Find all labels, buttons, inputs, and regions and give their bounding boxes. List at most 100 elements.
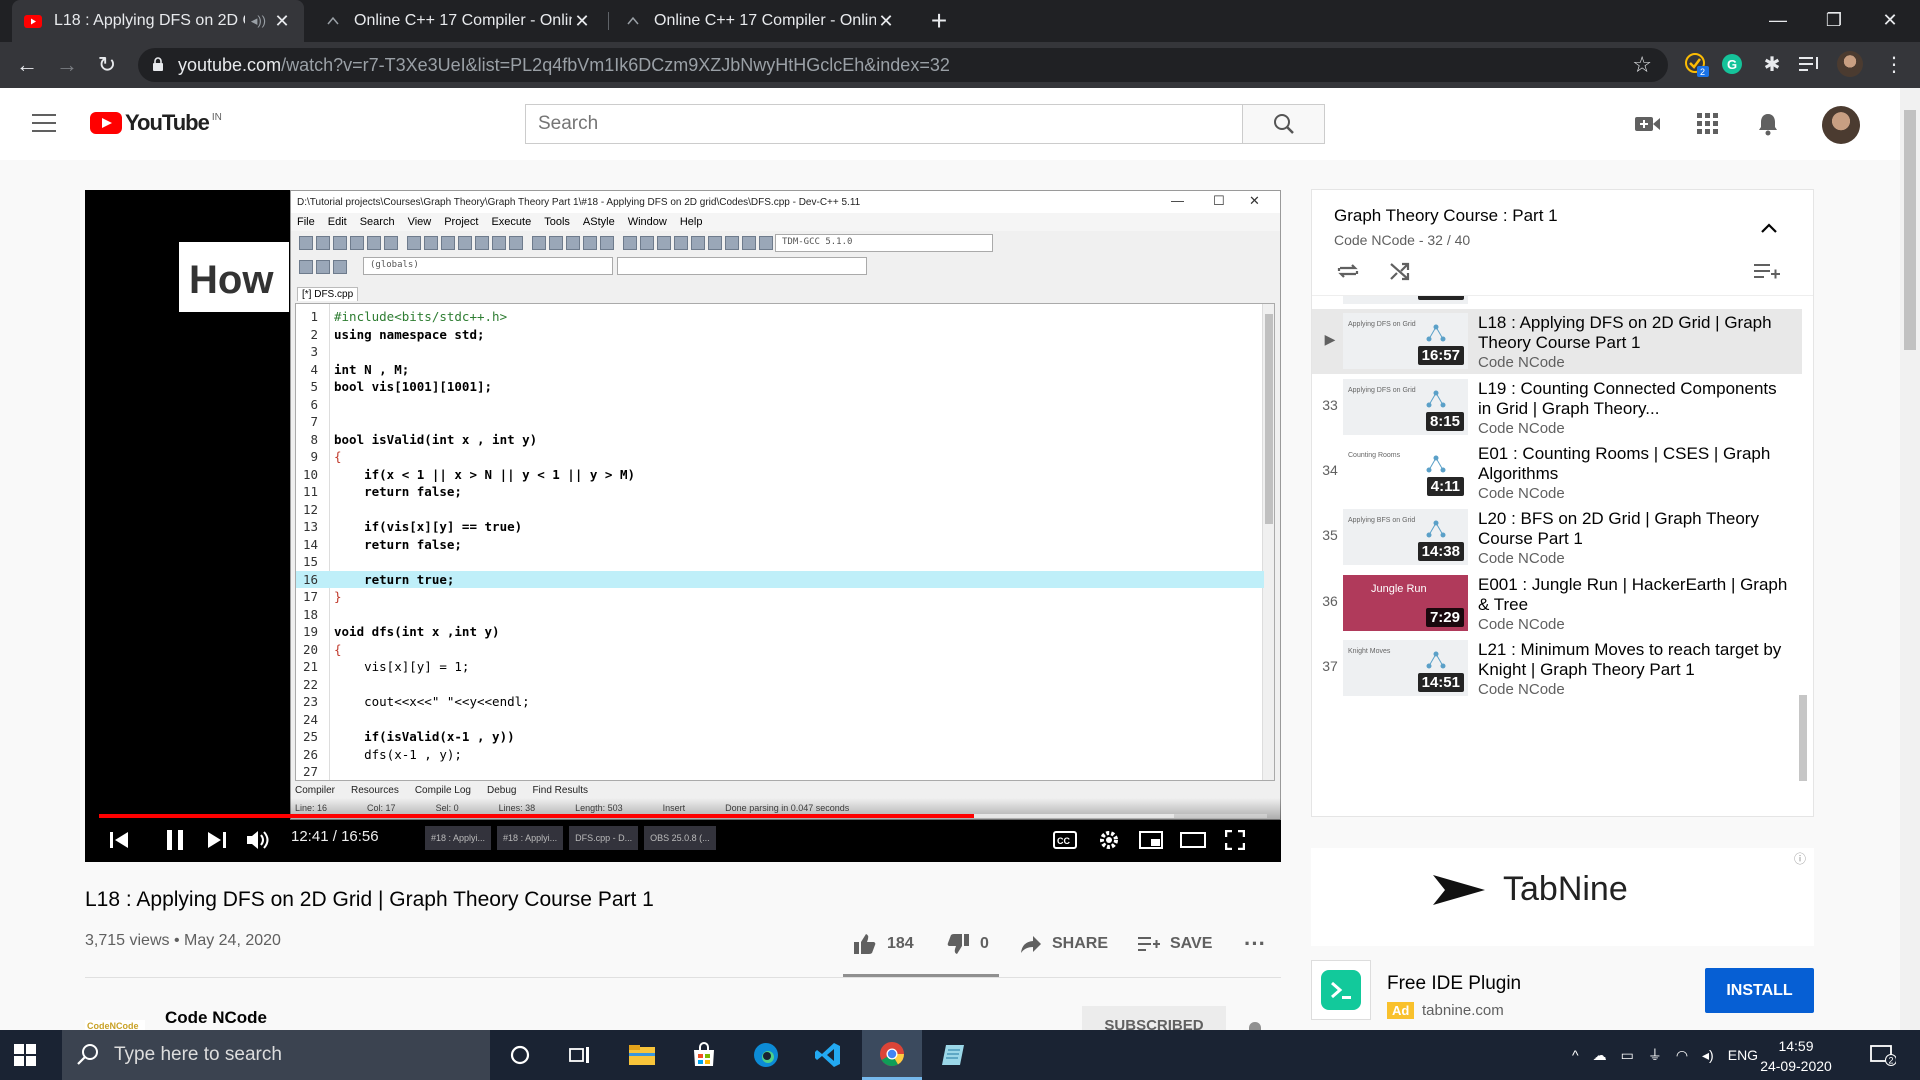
channel-name[interactable]: Code NCode: [165, 1008, 267, 1028]
close-tab-icon[interactable]: ✕: [572, 11, 592, 32]
onedrive-cloud-icon[interactable]: ☁: [1593, 1047, 1607, 1064]
theater-mode-icon[interactable]: [1175, 826, 1211, 854]
video-player[interactable]: How D:\Tutorial projects\Courses\Graph T…: [85, 190, 1281, 862]
taskbar-search[interactable]: Type here to search: [62, 1030, 490, 1080]
extensions-puzzle-icon[interactable]: ✱: [1758, 50, 1786, 78]
channel-avatar[interactable]: CodeNCode: [85, 1012, 145, 1030]
search-button[interactable]: [1243, 104, 1325, 144]
next-video-icon[interactable]: [199, 826, 235, 854]
playlist-scrollbar[interactable]: [1799, 695, 1807, 781]
account-avatar[interactable]: [1822, 106, 1860, 144]
captions-icon[interactable]: CC: [1047, 826, 1083, 854]
youtube-logo[interactable]: YouTube IN: [90, 110, 222, 136]
browser-tab-compiler-2[interactable]: Online C++ 17 Compiler - Online ✕: [612, 0, 908, 42]
input-language[interactable]: ENG: [1728, 1047, 1758, 1063]
notifications-bell-icon[interactable]: [1754, 110, 1782, 138]
line-number: 19: [302, 624, 318, 639]
browser-tab-compiler-1[interactable]: Online C++ 17 Compiler - Online ✕: [312, 0, 604, 42]
settings-gear-icon[interactable]: [1091, 826, 1127, 854]
forward-button[interactable]: →: [52, 50, 82, 80]
show-hidden-icons-chevron-icon[interactable]: ^: [1572, 1047, 1579, 1063]
menu-hamburger-icon[interactable]: [32, 114, 56, 138]
restore-window-button[interactable]: ❐: [1806, 0, 1862, 42]
collapse-chevron-icon[interactable]: [1761, 220, 1777, 238]
time-current: 12:41: [291, 828, 329, 845]
progress-bar[interactable]: [99, 814, 1267, 818]
file-explorer-icon[interactable]: [612, 1030, 672, 1080]
code-text: if(isValid(x-1 , y)): [334, 729, 515, 744]
playlist-item-index: 36: [1322, 592, 1338, 609]
browser-tab-youtube[interactable]: L18 : Applying DFS on 2D Gri ◂)) ✕: [12, 0, 304, 42]
playlist-menu-icon[interactable]: [1754, 260, 1780, 287]
playlist-thumbnail: Jungle Run 7:29: [1343, 574, 1468, 631]
back-button[interactable]: ←: [12, 50, 42, 80]
notepad-icon[interactable]: [924, 1030, 984, 1080]
playlist-item[interactable]: 34 Counting Rooms 4:11 E01 : Counting Rooms…: [1312, 440, 1802, 505]
ide-toolbar-button-icon: [759, 236, 773, 250]
notifications-center-icon[interactable]: 2: [1858, 1030, 1908, 1080]
profile-avatar[interactable]: [1836, 50, 1864, 78]
edge-browser-icon[interactable]: [736, 1030, 796, 1080]
code-line: 23 cout<<x<<" "<<y<<endl;: [296, 693, 1264, 711]
taskbar-clock[interactable]: 14:59 24-09-2020: [1756, 1036, 1836, 1076]
ad-banner[interactable]: TabNine ⓘ: [1311, 848, 1814, 946]
wifi-icon[interactable]: ◠: [1676, 1047, 1688, 1064]
playlist-item[interactable]: 33 Applying DFS on Grid 8:15 L19 : Counting…: [1312, 375, 1802, 440]
grammarly-icon[interactable]: G: [1718, 50, 1746, 78]
shuffle-icon[interactable]: [1388, 260, 1412, 287]
playlist-item[interactable]: 35 Applying BFS on Grid 14:38 L20 : BFS on …: [1312, 505, 1802, 570]
vscode-icon[interactable]: [798, 1030, 858, 1080]
playlist-title[interactable]: Graph Theory Course : Part 1: [1334, 206, 1558, 226]
battery-icon[interactable]: ▭: [1621, 1047, 1634, 1064]
like-button[interactable]: 184: [853, 926, 914, 962]
playlist-item[interactable]: 37 Knight Moves 14:51 L21 : Minimum Moves t…: [1312, 636, 1802, 701]
save-button[interactable]: SAVE: [1138, 926, 1212, 962]
search-input[interactable]: [526, 105, 1242, 143]
power-plug-icon[interactable]: ⏚: [1648, 1045, 1662, 1065]
code-line: 2 using namespace std;: [296, 326, 1264, 344]
speaker-icon[interactable]: ◂): [1702, 1047, 1714, 1064]
address-bar[interactable]: youtube.com/watch?v=r7-T3Xe3UeI&list=PL2…: [138, 48, 1668, 82]
browser-menu-icon[interactable]: ⋮: [1880, 50, 1908, 78]
install-button[interactable]: INSTALL: [1705, 968, 1814, 1013]
create-video-icon[interactable]: [1634, 110, 1662, 138]
svg-text:CC: CC: [1057, 836, 1070, 846]
close-window-button[interactable]: ✕: [1862, 0, 1918, 42]
share-button[interactable]: SHARE: [1020, 926, 1108, 962]
bookmark-star-icon[interactable]: ☆: [1632, 52, 1652, 78]
code-line: 15: [296, 553, 1264, 571]
chrome-icon[interactable]: [862, 1030, 922, 1080]
ad-card[interactable]: Free IDE Plugin Ad tabnine.com INSTALL: [1311, 960, 1814, 1030]
microsoft-store-icon[interactable]: [674, 1030, 734, 1080]
windows-start-icon[interactable]: [14, 1044, 36, 1066]
pause-button[interactable]: [157, 826, 193, 854]
miniplayer-icon[interactable]: [1133, 826, 1169, 854]
page-scrollbar[interactable]: [1900, 88, 1920, 1030]
lock-icon[interactable]: [152, 57, 164, 77]
cortana-icon[interactable]: [490, 1030, 550, 1080]
previous-video-icon[interactable]: [101, 826, 137, 854]
loop-icon[interactable]: [1336, 260, 1360, 287]
media-queue-icon[interactable]: [1796, 50, 1824, 78]
ide-toolbar-2: [291, 255, 361, 279]
ad-info-icon[interactable]: ⓘ: [1794, 850, 1806, 867]
ide-toolbar-button-icon: [566, 236, 580, 250]
tab-audio-icon[interactable]: ◂)): [251, 13, 266, 29]
minimize-window-button[interactable]: —: [1750, 0, 1806, 42]
code-line: 19 void dfs(int x ,int y): [296, 623, 1264, 641]
dislike-button[interactable]: 0: [946, 926, 989, 962]
apps-grid-icon[interactable]: [1694, 110, 1722, 138]
more-actions-icon[interactable]: ···: [1244, 926, 1266, 962]
search-box[interactable]: [525, 104, 1243, 144]
close-tab-icon[interactable]: ✕: [272, 11, 292, 32]
playlist-item[interactable]: 36 Jungle Run 7:29 E001 : Jungle Run | Hack…: [1312, 571, 1802, 636]
playlist-item[interactable]: ▶ Applying DFS on Grid 16:57 L18 : Applying…: [1312, 309, 1802, 375]
extension-check-icon[interactable]: 2: [1682, 50, 1710, 78]
close-tab-icon[interactable]: ✕: [876, 11, 896, 32]
volume-icon[interactable]: [241, 826, 277, 854]
task-view-icon[interactable]: [550, 1030, 610, 1080]
fullscreen-icon[interactable]: [1217, 826, 1253, 854]
new-tab-button[interactable]: +: [922, 4, 956, 38]
reload-button[interactable]: ↻: [92, 50, 122, 80]
tab-separator: [608, 12, 609, 30]
